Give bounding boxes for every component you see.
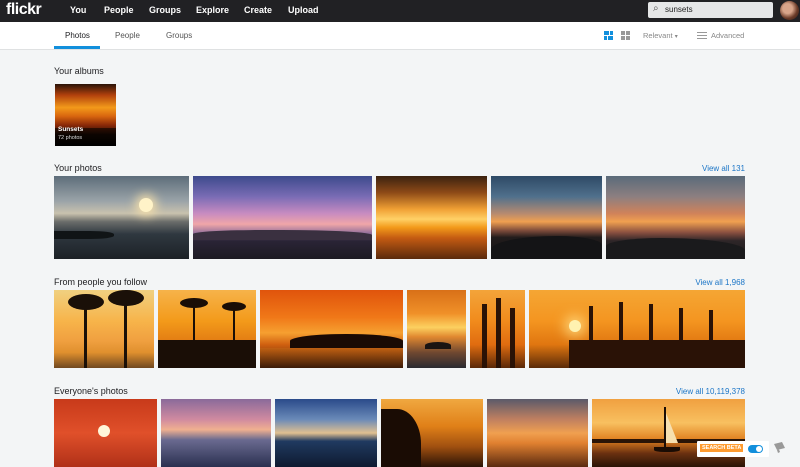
pine-tree-shape xyxy=(482,304,487,368)
section-title-your-photos: Your photos xyxy=(54,163,102,173)
view-all-following-link[interactable]: View all 1,968 xyxy=(675,278,745,287)
search-beta-toggle[interactable] xyxy=(748,445,763,453)
sort-dropdown[interactable]: Relevant ▾ xyxy=(643,31,678,40)
pine-tree-shape xyxy=(649,304,653,346)
photo-thumbnail[interactable] xyxy=(606,176,745,259)
pine-tree-shape xyxy=(589,306,593,346)
nav-explore[interactable]: Explore xyxy=(196,5,229,15)
grid-view-icon[interactable] xyxy=(621,31,630,40)
search-beta-badge: SEARCH BETA xyxy=(697,441,769,457)
photo-thumbnail[interactable] xyxy=(260,290,403,368)
rock-shape xyxy=(425,342,451,349)
palm-trunk-shape xyxy=(124,300,127,368)
pine-tree-shape xyxy=(679,308,683,346)
nav-groups[interactable]: Groups xyxy=(149,5,181,15)
sun-shape xyxy=(139,198,153,212)
view-all-your-photos-link[interactable]: View all 131 xyxy=(695,164,745,173)
sort-label: Relevant xyxy=(643,31,673,40)
search-box: ⌕ xyxy=(648,2,773,18)
view-all-everyone-link[interactable]: View all 10,119,378 xyxy=(660,387,745,396)
mountain-shape xyxy=(193,230,372,240)
pine-tree-shape xyxy=(496,298,501,368)
tab-people[interactable]: People xyxy=(115,31,140,40)
photo-thumbnail[interactable] xyxy=(529,290,745,368)
nav-you[interactable]: You xyxy=(70,5,86,15)
feedback-icon[interactable] xyxy=(772,441,787,454)
island-silhouette-shape xyxy=(290,334,403,348)
section-title-following: From people you follow xyxy=(54,277,148,287)
sun-shape xyxy=(98,425,110,437)
section-title-everyone: Everyone's photos xyxy=(54,386,128,396)
advanced-search-link[interactable]: Advanced xyxy=(711,31,744,40)
photo-thumbnail[interactable] xyxy=(54,176,189,259)
search-input[interactable] xyxy=(665,3,765,16)
search-icon[interactable]: ⌕ xyxy=(653,3,659,14)
water-shape xyxy=(260,348,403,368)
hill-shape xyxy=(606,238,745,259)
pine-tree-shape xyxy=(709,310,713,346)
photo-thumbnail[interactable] xyxy=(54,290,154,368)
album-card[interactable]: Sunsets 72 photos xyxy=(55,84,116,146)
photo-thumbnail[interactable] xyxy=(161,399,271,467)
search-subnav: Photos People Groups Relevant ▾ Advanced xyxy=(0,22,800,50)
photo-thumbnail[interactable] xyxy=(491,176,602,259)
flickr-logo[interactable]: flickr xyxy=(6,1,42,19)
active-tab-indicator xyxy=(54,46,100,49)
palm-trunk-shape xyxy=(84,304,87,368)
photo-thumbnail[interactable] xyxy=(407,290,466,368)
section-title-albums: Your albums xyxy=(54,66,104,76)
justified-view-icon[interactable] xyxy=(604,31,613,40)
tab-photos[interactable]: Photos xyxy=(65,31,90,40)
photo-thumbnail[interactable] xyxy=(193,176,372,259)
tree-line-shape xyxy=(569,340,745,368)
photo-thumbnail[interactable] xyxy=(470,290,525,368)
photo-thumbnail[interactable] xyxy=(54,399,157,467)
top-nav-bar: flickr You People Groups Explore Create … xyxy=(0,0,800,22)
avatar[interactable] xyxy=(780,1,799,20)
palm-fronds-shape xyxy=(108,290,144,306)
nav-create[interactable]: Create xyxy=(244,5,272,15)
album-count: 72 photos xyxy=(58,135,83,141)
nav-people[interactable]: People xyxy=(104,5,134,15)
landmass-shape xyxy=(54,231,114,239)
pine-tree-shape xyxy=(510,308,515,368)
tree-silhouette-shape xyxy=(158,340,256,368)
photo-thumbnail[interactable] xyxy=(158,290,256,368)
palm-fronds-shape xyxy=(222,302,246,311)
sailboat-sail-shape xyxy=(666,413,678,443)
nav-upload[interactable]: Upload xyxy=(288,5,319,15)
sun-shape xyxy=(569,320,581,332)
photo-thumbnail[interactable] xyxy=(275,399,377,467)
sailboat-hull-shape xyxy=(654,447,680,452)
tree-silhouette-shape xyxy=(381,409,421,467)
palm-fronds-shape xyxy=(180,298,208,308)
album-title: Sunsets xyxy=(58,126,84,133)
photo-thumbnail[interactable] xyxy=(381,399,483,467)
filter-icon[interactable] xyxy=(697,32,707,40)
tab-groups[interactable]: Groups xyxy=(166,31,192,40)
photo-thumbnail[interactable] xyxy=(487,399,588,467)
chevron-down-icon: ▾ xyxy=(674,34,678,40)
palm-fronds-shape xyxy=(68,294,104,310)
photo-thumbnail[interactable] xyxy=(376,176,487,259)
pine-tree-shape xyxy=(619,302,623,346)
hill-shape xyxy=(491,236,602,259)
beta-label: SEARCH BETA xyxy=(700,444,744,452)
